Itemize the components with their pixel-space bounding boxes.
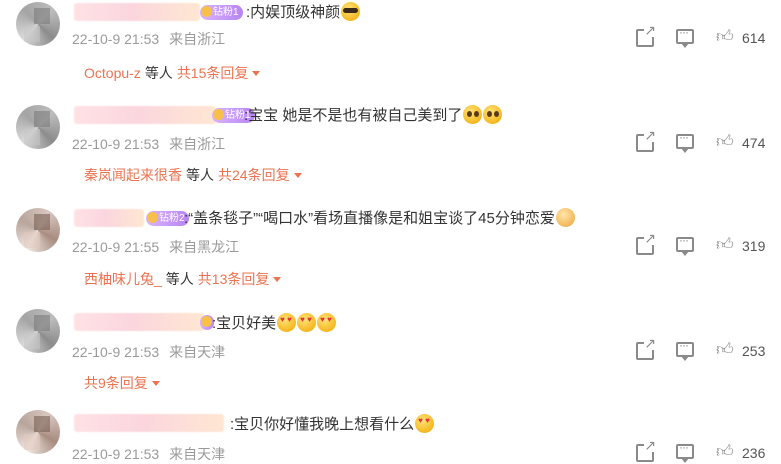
chevron-down-icon[interactable] [293,173,302,178]
comment-icon[interactable] [676,130,694,153]
like-count: 253 [742,343,766,359]
comment-actions: 👍︎ 236 [636,438,776,464]
cool-face-emoji [341,2,361,21]
reply-count-link[interactable]: 共15条回复 [177,65,249,81]
comment-icon[interactable] [676,440,694,463]
comment-meta: 22-10-9 21:53 来自浙江 [72,134,225,154]
pleading-face-emoji [463,105,483,124]
reply-summary[interactable]: 西柚味儿兔_ 等人 共13条回复 [84,269,282,289]
reply-summary[interactable]: 共9条回复 [84,373,160,393]
comment-text: :宝贝你好懂我晚上想看什么 [230,414,435,435]
comment-text-body: :内娱顶级神颜 [246,4,341,21]
comment-date: 22-10-9 21:53 [72,344,160,360]
username-blurred[interactable] [74,209,144,227]
like-count: 319 [742,238,766,254]
avatar[interactable] [16,105,60,149]
reply-others-text: 等人 [165,271,194,287]
thumbs-up-icon[interactable]: 👍︎ [716,340,735,359]
comment-location: 来自天津 [169,446,226,462]
comment-actions: 👍︎ 253 [636,336,776,362]
reply-summary[interactable]: 秦岚闻起来很香 等人 共24条回复 [84,165,302,185]
chevron-down-icon[interactable] [273,277,282,282]
comment-icon[interactable] [676,233,694,256]
share-icon[interactable] [636,128,657,152]
comment-meta: 22-10-9 21:55 来自黑龙江 [72,237,239,257]
share-icon[interactable] [636,23,657,47]
comment-date: 22-10-9 21:53 [72,136,160,152]
comment-icon[interactable] [676,338,694,361]
comment-date: 22-10-9 21:53 [72,31,160,47]
comment-location: 来自浙江 [169,31,226,47]
chevron-down-icon[interactable] [252,71,261,76]
share-icon[interactable] [636,438,657,462]
comment-text-body: :宝贝好美 [212,315,277,332]
share-icon[interactable] [636,336,657,360]
comment-actions: 👍︎ 319 [636,231,776,257]
comment-item: 钻粉2 :“盖条毯子”“喝口水”看场直播像是和姐宝谈了45分钟恋爱 22-10-… [0,202,781,310]
comment-item: :宝贝你好懂我晚上想看什么 22-10-9 21:53 来自天津 👍︎ 236 [0,404,781,464]
reply-count-link[interactable]: 共9条回复 [84,375,148,391]
avatar[interactable] [16,309,60,353]
comment-meta: 22-10-9 21:53 来自天津 [72,342,225,362]
heart-eyes-emoji [415,414,435,433]
thumbs-up-icon[interactable]: 👍︎ [716,132,735,151]
comment-location: 来自黑龙江 [169,239,240,255]
reply-user-link[interactable]: 西柚味儿兔_ [84,271,162,287]
like-count: 236 [742,445,766,461]
avatar[interactable] [16,208,60,252]
chevron-down-icon[interactable] [151,381,160,386]
heart-eyes-emoji [297,313,317,332]
comment-meta: 22-10-9 21:53 来自天津 [72,444,225,464]
like-count: 474 [742,135,766,151]
avatar[interactable] [16,410,60,454]
reply-count-link[interactable]: 共24条回复 [218,167,290,183]
reply-count-link[interactable]: 共13条回复 [198,271,270,287]
share-icon[interactable] [636,231,657,255]
username-blurred[interactable] [74,106,216,124]
comment-text: :内娱顶级神颜 [246,2,361,23]
comment-location: 来自浙江 [169,136,226,152]
comment-date: 22-10-9 21:53 [72,446,160,462]
pleading-face-emoji [483,105,503,124]
comment-item: 钻粉1 :内娱顶级神颜 22-10-9 21:53 来自浙江 👍︎ 614 Oc… [0,0,781,108]
reply-user-link[interactable]: Octopu-z [84,65,141,81]
comment-item: 钻粉1 :宝宝 她是不是也有被自己美到了 22-10-9 21:53 来自浙江 … [0,100,781,208]
username-blurred[interactable] [74,414,224,432]
heart-eyes-emoji [317,313,337,332]
comment-location: 来自天津 [169,344,226,360]
reply-summary[interactable]: Octopu-z 等人 共15条回复 [84,63,261,83]
fan-badge: 钻粉1 [200,5,243,20]
thumbs-up-icon[interactable]: 👍︎ [716,235,735,254]
comment-date: 22-10-9 21:55 [72,239,160,255]
comment-text: :宝贝好美 [212,313,337,334]
username-blurred[interactable] [74,313,204,331]
comment-text: :宝宝 她是不是也有被自己美到了 [244,105,503,126]
comment-text-body: :“盖条毯子”“喝口水”看场直播像是和姐宝谈了45分钟恋爱 [184,210,555,227]
comment-actions: 👍︎ 474 [636,128,776,154]
avatar[interactable] [16,2,60,46]
heart-eyes-emoji [277,313,297,332]
comment-text-body: :宝贝你好懂我晚上想看什么 [230,416,415,433]
comment-meta: 22-10-9 21:53 来自浙江 [72,29,225,49]
comment-icon[interactable] [676,25,694,48]
reply-others-text: 等人 [144,65,173,81]
thumbs-up-icon[interactable]: 👍︎ [716,27,735,46]
username-blurred[interactable] [74,3,200,21]
comment-item: 2 :宝贝好美 22-10-9 21:53 来自天津 👍︎ 253 共9条回复 [0,303,781,411]
comment-text-body: :宝宝 她是不是也有被自己美到了 [244,107,463,124]
fan-badge: 钻粉2 [146,211,189,226]
comment-text: :“盖条毯子”“喝口水”看场直播像是和姐宝谈了45分钟恋爱 [184,208,575,229]
like-count: 614 [742,30,766,46]
comment-actions: 👍︎ 614 [636,23,776,49]
thumbs-up-icon[interactable]: 👍︎ [716,442,735,461]
reply-user-link[interactable]: 秦岚闻起来很香 [84,167,182,183]
shy-face-emoji [555,208,575,227]
reply-others-text: 等人 [186,167,214,183]
